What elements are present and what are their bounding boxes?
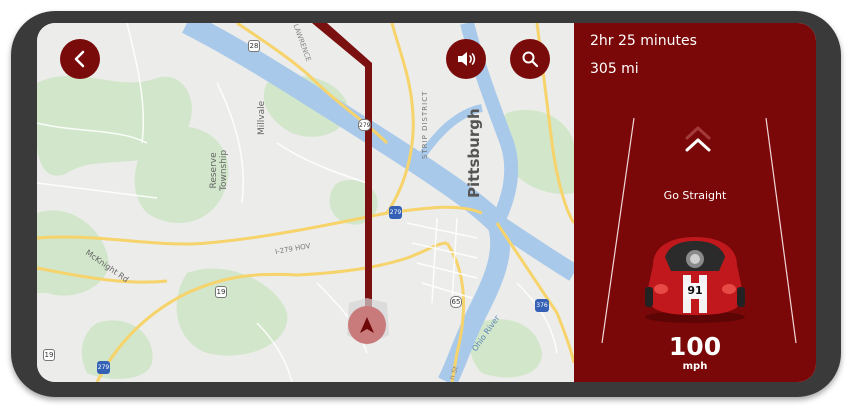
route-shield-65: 65 <box>450 296 462 308</box>
turn-instruction: Go Straight <box>663 189 727 202</box>
navigation-arrow-icon <box>360 317 374 333</box>
map-label-strip-district: STRIP DISTRICT <box>421 90 429 159</box>
route-shield-279-north: 279 <box>358 119 371 131</box>
speed-unit: mph <box>682 361 708 372</box>
map-label-reserve-township: Reserve Township <box>209 149 229 191</box>
speaker-icon <box>458 52 476 66</box>
map-label-pittsburgh: Pittsburgh <box>465 108 483 198</box>
route-shield-376: 376 <box>535 299 549 312</box>
route-shield-19-south: 19 <box>43 349 55 361</box>
map-view[interactable]: Pittsburgh Reserve Township Millvale STR… <box>37 23 574 382</box>
search-button[interactable] <box>510 39 550 79</box>
sound-button[interactable] <box>446 39 486 79</box>
chevron-up-icon <box>685 126 711 152</box>
back-button[interactable] <box>60 39 100 79</box>
guidance-panel: 2hr 25 minutes 305 mi Go Straight 91 100… <box>574 23 816 382</box>
speed-value: 100 <box>668 332 722 361</box>
race-car-icon <box>645 237 745 323</box>
route-shield-279-south: 279 <box>97 361 110 374</box>
lane-lines <box>601 117 797 344</box>
route-shield-28: 28 <box>248 40 260 52</box>
car-number: 91 <box>687 284 703 297</box>
route-shield-19: 19 <box>215 286 227 298</box>
current-location-marker <box>348 306 386 344</box>
app-screen: Pittsburgh Reserve Township Millvale STR… <box>37 23 816 382</box>
chevron-left-icon <box>74 50 85 68</box>
route-shield-279-interstate: 279 <box>389 206 402 219</box>
search-icon <box>522 51 539 68</box>
map-label-millvale: Millvale <box>257 100 267 135</box>
